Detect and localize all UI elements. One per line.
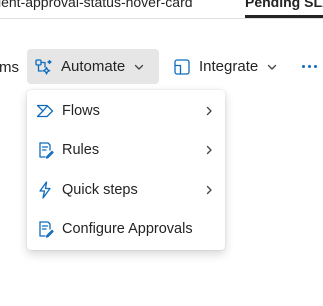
chevron-right-icon <box>203 105 215 117</box>
automate-label: Automate <box>61 58 126 75</box>
menu-item-flows[interactable]: Flows <box>27 91 225 131</box>
menu-item-label: Quick steps <box>62 181 138 198</box>
automate-icon <box>34 57 54 77</box>
menu-item-rules[interactable]: Rules <box>27 131 225 171</box>
flows-icon <box>35 101 55 121</box>
integrate-button[interactable]: Integrate <box>166 49 284 84</box>
chevron-right-icon <box>203 144 215 156</box>
automate-button[interactable]: Automate <box>27 49 159 84</box>
chevron-down-icon <box>133 61 145 73</box>
automate-menu: Flows Rules Quick steps Configure Approv… <box>27 90 225 250</box>
configure-approvals-icon <box>35 219 55 239</box>
menu-item-configure-approvals[interactable]: Configure Approvals <box>27 210 225 250</box>
more-options-button[interactable] <box>296 49 323 84</box>
command-bar: ms Automate Integrate <box>0 40 323 93</box>
menu-item-label: Flows <box>62 102 100 119</box>
chevron-down-icon <box>266 61 278 73</box>
tab-strip: ient-approval-status-hover-card Pending … <box>0 0 323 19</box>
menu-item-label: Configure Approvals <box>62 221 193 238</box>
menu-item-quick-steps[interactable]: Quick steps <box>27 170 225 210</box>
integrate-label: Integrate <box>199 58 259 75</box>
tab-hover-card[interactable]: ient-approval-status-hover-card <box>0 0 193 10</box>
tab-pending-sla[interactable]: Pending SLA <box>245 0 323 10</box>
menu-item-label: Rules <box>62 142 100 159</box>
rules-icon <box>35 140 55 160</box>
more-ellipsis-icon <box>302 65 317 68</box>
truncated-command-label[interactable]: ms <box>0 59 19 76</box>
chevron-right-icon <box>203 184 215 196</box>
quick-steps-icon <box>35 180 55 200</box>
integrate-icon <box>172 57 192 77</box>
active-tab-indicator <box>245 15 323 18</box>
